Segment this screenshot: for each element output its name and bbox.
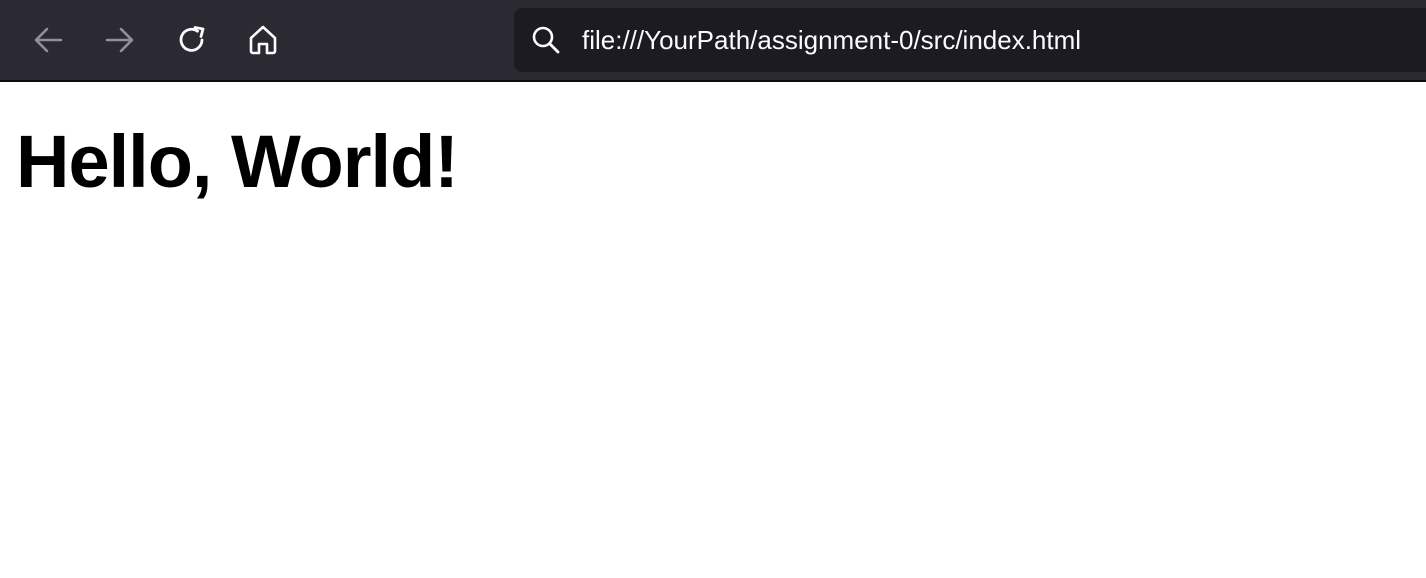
page-heading: Hello, World! bbox=[16, 120, 459, 203]
home-button[interactable] bbox=[243, 20, 283, 60]
back-button[interactable] bbox=[28, 20, 68, 60]
arrow-right-icon bbox=[105, 27, 134, 53]
browser-toolbar: file:///YourPath/assignment-0/src/index.… bbox=[0, 0, 1426, 82]
forward-button[interactable] bbox=[100, 20, 140, 60]
reload-button[interactable] bbox=[172, 20, 212, 60]
reload-icon bbox=[179, 26, 205, 52]
url-text[interactable]: file:///YourPath/assignment-0/src/index.… bbox=[582, 25, 1081, 56]
arrow-left-icon bbox=[34, 27, 63, 53]
home-icon bbox=[249, 25, 277, 55]
url-bar[interactable]: file:///YourPath/assignment-0/src/index.… bbox=[514, 8, 1426, 72]
search-icon bbox=[530, 24, 562, 56]
page-content: Hello, World! bbox=[0, 82, 1426, 578]
